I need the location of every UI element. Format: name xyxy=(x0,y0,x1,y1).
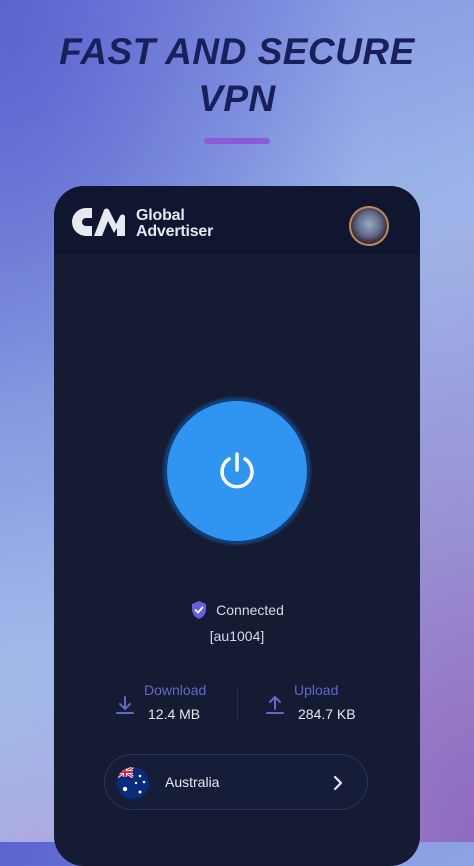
power-icon xyxy=(220,452,254,489)
australia-flag-icon xyxy=(117,767,149,799)
app-header: Global Advertiser xyxy=(54,186,420,254)
stat-divider xyxy=(237,686,238,722)
headline-line1: FAST AND SECURE xyxy=(59,31,415,72)
power-button[interactable] xyxy=(164,398,310,544)
download-icon xyxy=(116,696,134,714)
country-name: Australia xyxy=(165,774,220,790)
download-label: Download xyxy=(144,682,207,698)
headline: FAST AND SECURE VPN xyxy=(0,28,474,122)
connection-status: Connected xyxy=(54,600,420,620)
phone-screen: Global Advertiser Connected [au1004] Dow… xyxy=(54,186,420,866)
headline-underline xyxy=(204,138,270,144)
brand-logo-icon xyxy=(72,208,125,236)
download-value: 12.4 MB xyxy=(148,706,201,722)
brand-line2: Advertiser xyxy=(136,223,214,240)
shield-check-icon xyxy=(192,601,207,619)
avatar[interactable] xyxy=(349,206,389,246)
status-text: Connected xyxy=(216,602,284,618)
brand-name: Global Advertiser xyxy=(136,208,213,240)
server-id: [au1004] xyxy=(209,628,265,644)
headline-line2: VPN xyxy=(198,78,276,119)
upload-icon xyxy=(266,696,284,714)
upload-value: 284.7 KB xyxy=(298,706,356,722)
chevron-right-icon xyxy=(333,775,343,791)
country-selector[interactable]: Australia xyxy=(104,754,368,810)
upload-label: Upload xyxy=(294,682,339,698)
brand-line1: Global xyxy=(136,207,185,224)
